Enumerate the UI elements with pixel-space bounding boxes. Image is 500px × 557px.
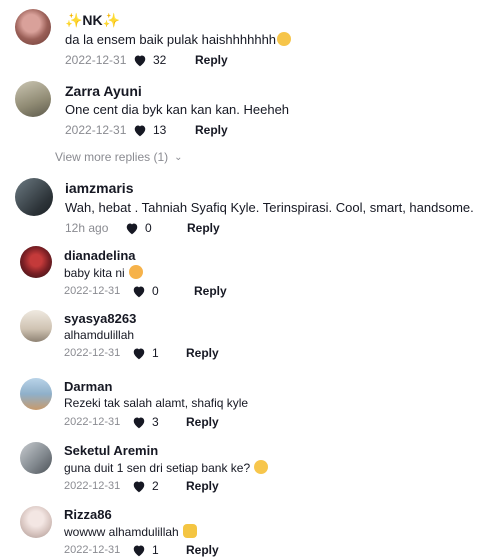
reply-button[interactable]: Reply	[194, 284, 227, 298]
heart-icon[interactable]	[125, 222, 139, 235]
comment-meta: 2022-12-31 32 Reply	[65, 53, 228, 67]
comment-text: baby kita ni	[64, 265, 144, 280]
like-count: 13	[153, 123, 167, 137]
comment-meta: 2022-12-31 0 Reply	[64, 284, 227, 298]
comment-text-body: guna duit 1 sen dri setiap bank ke?	[64, 461, 251, 475]
comment-username[interactable]: Darman	[64, 379, 112, 394]
avatar[interactable]	[15, 178, 53, 216]
avatar[interactable]	[20, 378, 52, 410]
comment-date: 2022-12-31	[65, 53, 127, 67]
like-count: 0	[152, 284, 159, 298]
heart-icon[interactable]	[132, 285, 146, 298]
avatar[interactable]	[20, 246, 52, 278]
like-count: 1	[152, 346, 159, 360]
view-more-label: View more replies (1)	[55, 150, 169, 164]
comment-username[interactable]: ✨NK✨	[65, 12, 120, 29]
comment-text: wowww alhamdulillah	[64, 524, 198, 539]
avatar[interactable]	[15, 81, 51, 117]
reply-button[interactable]: Reply	[186, 543, 219, 557]
comment-text-body: da la ensem baik pulak haishhhhhhh	[65, 32, 277, 47]
like-count: 32	[153, 53, 167, 67]
comment-date: 2022-12-31	[64, 285, 121, 297]
comment-username[interactable]: Rizza86	[64, 507, 112, 522]
comment-text-body: wowww alhamdulillah	[64, 525, 179, 539]
smiling-hearts-emoji	[129, 265, 144, 279]
heart-icon[interactable]	[132, 347, 146, 360]
avatar[interactable]	[20, 506, 52, 538]
heart-icon[interactable]	[132, 416, 146, 429]
avatar[interactable]	[20, 442, 52, 474]
comment-date: 2022-12-31	[64, 347, 121, 359]
comment-date: 2022-12-31	[64, 544, 121, 556]
chevron-down-icon: ⌄	[174, 151, 183, 163]
comment-text: alhamdulillah	[64, 328, 135, 342]
heart-icon[interactable]	[133, 124, 147, 137]
reply-button[interactable]: Reply	[186, 346, 219, 360]
like-count: 2	[152, 479, 159, 493]
comment-date: 2022-12-31	[64, 480, 121, 492]
comment-text: da la ensem baik pulak haishhhhhhh	[65, 32, 292, 47]
comment-username[interactable]: Zarra Ayuni	[65, 83, 142, 99]
reply-button[interactable]: Reply	[186, 479, 219, 493]
relieved-face-emoji	[277, 32, 292, 46]
comment-meta: 2022-12-31 13 Reply	[65, 123, 228, 137]
reply-button[interactable]: Reply	[186, 415, 219, 429]
comment-text: guna duit 1 sen dri setiap bank ke?	[64, 460, 269, 475]
comment-text: Rezeki tak salah alamt, shafiq kyle	[64, 396, 249, 410]
comment-date: 2022-12-31	[64, 416, 121, 428]
reply-button[interactable]: Reply	[195, 53, 228, 67]
avatar[interactable]	[15, 9, 51, 45]
comment-text: One cent dia byk kan kan kan. Heeheh	[65, 102, 290, 117]
reply-button[interactable]: Reply	[187, 221, 220, 235]
like-count: 1	[152, 543, 159, 557]
flushed-face-emoji	[254, 460, 269, 474]
avatar[interactable]	[20, 310, 52, 342]
heart-icon[interactable]	[132, 480, 146, 493]
comment-meta: 2022-12-31 2 Reply	[64, 479, 219, 493]
comment-text-body: baby kita ni	[64, 266, 125, 280]
comment-username[interactable]: syasya8263	[64, 311, 136, 326]
comment-date: 2022-12-31	[65, 123, 127, 137]
comment-date: 12h ago	[65, 221, 109, 235]
comment-username[interactable]: iamzmaris	[65, 180, 133, 196]
reply-button[interactable]: Reply	[195, 123, 228, 137]
heart-icon[interactable]	[132, 544, 146, 557]
comment-meta: 2022-12-31 1 Reply	[64, 543, 219, 557]
comment-username[interactable]: Seketul Aremin	[64, 443, 158, 458]
comment-meta: 12h ago 0 Reply	[65, 221, 220, 235]
comment-text: Wah, hebat . Tahniah Syafiq Kyle. Terins…	[65, 200, 474, 215]
heart-icon[interactable]	[133, 54, 147, 67]
like-count: 3	[152, 415, 159, 429]
view-more-replies-button[interactable]: View more replies (1) ⌄	[55, 150, 183, 164]
comment-username[interactable]: dianadelina	[64, 248, 136, 263]
raising-hands-emoji	[183, 524, 198, 538]
like-count: 0	[145, 221, 152, 235]
comment-meta: 2022-12-31 1 Reply	[64, 346, 219, 360]
comment-meta: 2022-12-31 3 Reply	[64, 415, 219, 429]
